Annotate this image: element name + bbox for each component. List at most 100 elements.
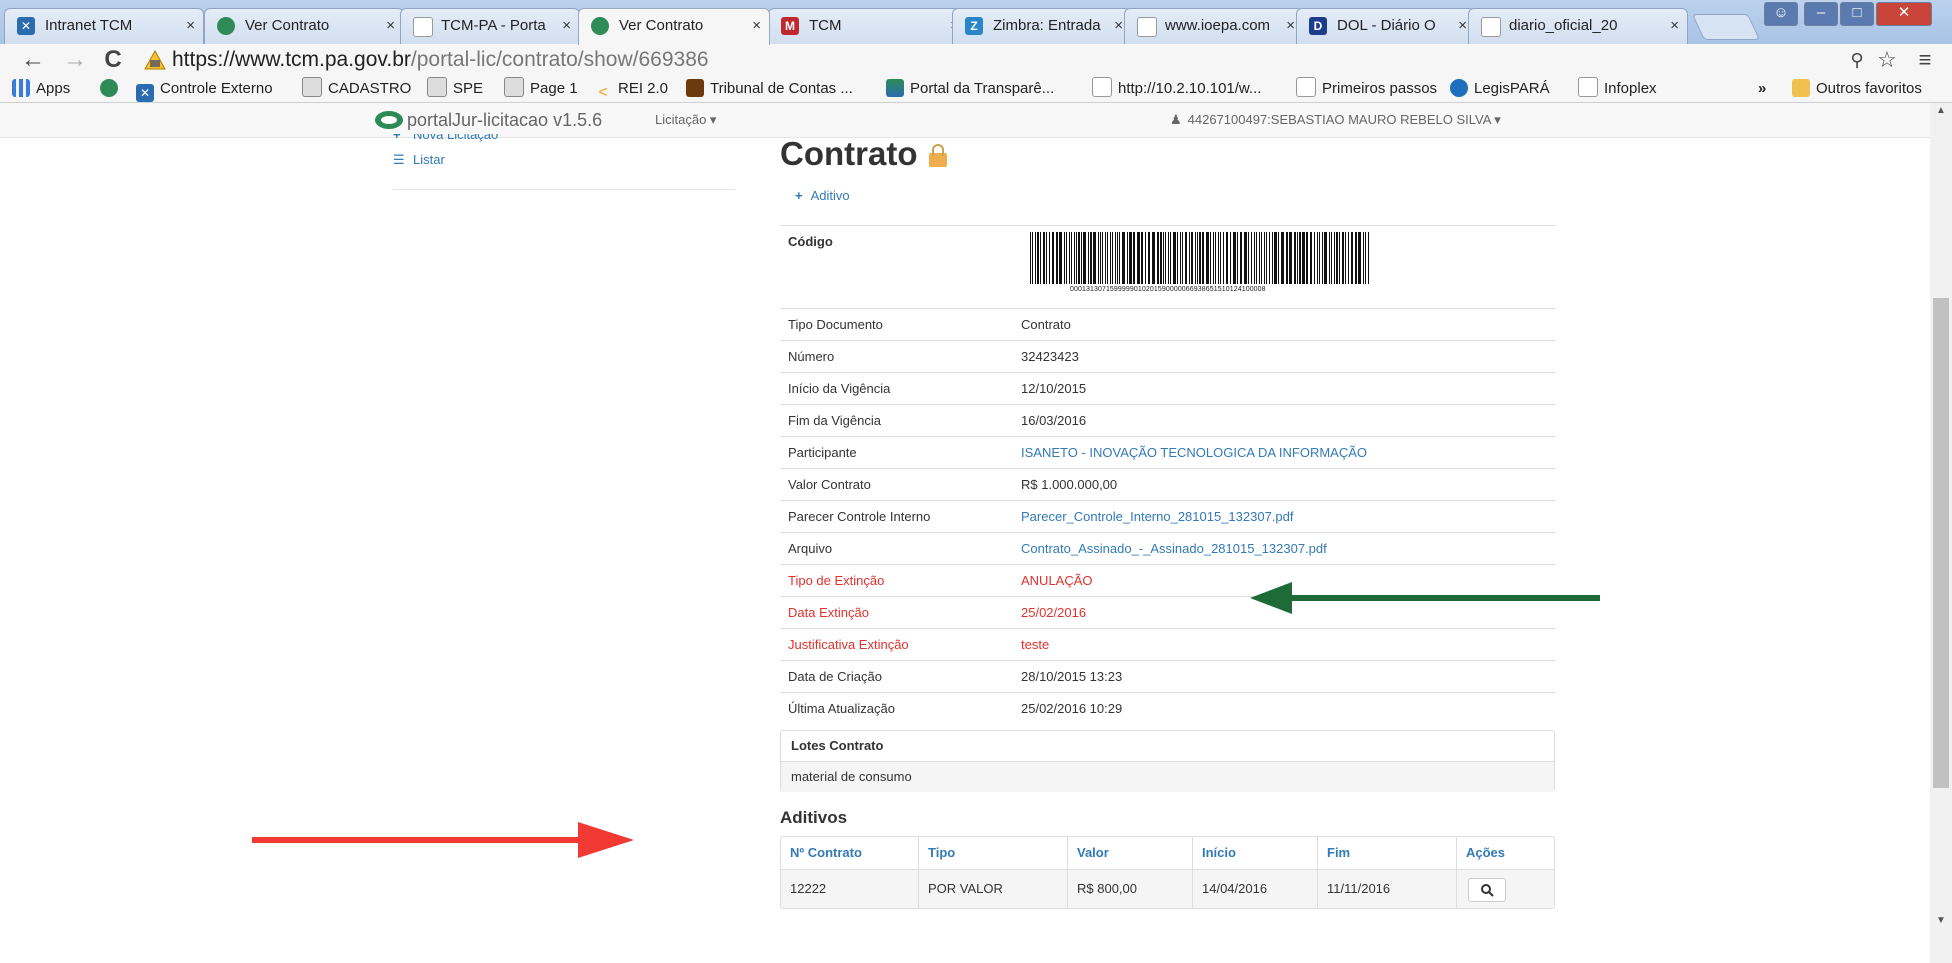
tab-zimbra[interactable]: Z Zimbra: Entrada × <box>952 8 1132 44</box>
close-tab-icon[interactable]: × <box>186 9 195 43</box>
bookmark-infoplex[interactable]: Infoplex <box>1578 76 1657 102</box>
bookmark-apps[interactable]: Apps <box>12 76 70 102</box>
close-tab-icon[interactable]: × <box>562 9 571 43</box>
other-bookmarks[interactable]: Outros favoritos <box>1792 76 1922 102</box>
arquivo-file-link[interactable]: Contrato_Assinado_-_Assinado_281015_1323… <box>1021 533 1327 564</box>
tcm-logo-icon <box>217 17 235 35</box>
column-header-numero[interactable]: Nº Contrato <box>790 837 862 869</box>
maximize-button[interactable]: □ <box>1840 2 1874 26</box>
bookmarks-overflow-button[interactable]: » <box>1758 76 1766 102</box>
column-header-tipo[interactable]: Tipo <box>928 837 955 869</box>
tab-ver-contrato-1[interactable]: Ver Contrato × <box>204 8 404 44</box>
menu-icon[interactable]: ≡ <box>1910 46 1940 74</box>
close-tab-icon[interactable]: × <box>1286 9 1295 43</box>
detail-row-inicio-vigencia: Início da Vigência 12/10/2015 <box>780 372 1556 404</box>
close-tab-icon[interactable]: × <box>752 9 761 43</box>
bookmark-controle-externo[interactable]: ✕ Controle Externo <box>136 76 273 102</box>
app-brand[interactable]: portalJur-licitacao v1.5.6 <box>375 107 602 133</box>
close-tab-icon[interactable]: × <box>1458 9 1467 43</box>
column-header-valor[interactable]: Valor <box>1077 837 1109 869</box>
bookmark-rei[interactable]: < REI 2.0 <box>594 76 668 102</box>
bookmark-tcm[interactable] <box>100 76 124 102</box>
tab-tcm[interactable]: M TCM × <box>768 8 968 44</box>
scroll-down-icon[interactable]: ▼ <box>1930 915 1952 926</box>
bookmark-star-icon[interactable]: ☆ <box>1872 46 1902 74</box>
tab-ver-contrato-active[interactable]: Ver Contrato × <box>578 8 770 45</box>
detail-value: 32423423 <box>1021 349 1079 364</box>
tab-ioepa[interactable]: www.ioepa.com × <box>1124 8 1304 44</box>
tab-tcm-pa-portal[interactable]: TCM-PA - Porta × <box>400 8 580 44</box>
tab-title: DOL - Diário O <box>1337 17 1436 34</box>
bookmark-http[interactable]: http://10.2.10.101/w... <box>1092 76 1261 102</box>
new-tab-button[interactable] <box>1691 14 1761 40</box>
column-header-inicio[interactable]: Início <box>1202 837 1236 869</box>
bookmark-cadastro[interactable]: CADASTRO <box>302 76 411 102</box>
zoom-icon[interactable]: ⚲ <box>1842 46 1872 74</box>
tab-dol-diario[interactable]: D DOL - Diário O × <box>1296 8 1476 44</box>
cell-inicio: 14/04/2016 <box>1202 881 1268 896</box>
bookmark-legispara[interactable]: LegisPARÁ <box>1450 76 1550 102</box>
sidebar-item-nova-licitacao[interactable]: + Nova Licitação <box>393 134 498 142</box>
tribunal-icon <box>686 79 704 97</box>
column-header-fim[interactable]: Fim <box>1327 837 1350 869</box>
image-icon <box>427 77 447 97</box>
bookmark-label: Controle Externo <box>160 80 273 97</box>
tab-title: diario_oficial_20 <box>1509 17 1618 34</box>
page-icon <box>1092 77 1112 97</box>
detail-label: Parecer Controle Interno <box>788 509 931 524</box>
detail-row-arquivo: Arquivo Contrato_Assinado_-_Assinado_2810… <box>780 532 1556 564</box>
bookmark-portal-transparencia[interactable]: Portal da Transparê... <box>886 76 1054 102</box>
vertical-scrollbar[interactable]: ▲ ▼ <box>1930 103 1952 963</box>
bookmark-spe[interactable]: SPE <box>427 76 483 102</box>
minimize-button[interactable]: – <box>1804 2 1838 26</box>
profile-icon[interactable]: ☺ <box>1764 2 1798 26</box>
detail-row-ultima-atualizacao: Última Atualização 25/02/2016 10:29 <box>780 692 1556 724</box>
sidebar-item-listar[interactable]: ☰ Listar <box>393 152 445 168</box>
bookmark-label: Outros favoritos <box>1816 80 1922 97</box>
tab-intranet-tcm[interactable]: ✕ Intranet TCM × <box>4 8 204 44</box>
page-title-text: Contrato <box>780 135 918 172</box>
back-button[interactable]: ← <box>18 46 48 74</box>
close-tab-icon[interactable]: × <box>1114 9 1123 43</box>
parecer-file-link[interactable]: Parecer_Controle_Interno_281015_132307.p… <box>1021 501 1294 532</box>
tab-diario-oficial[interactable]: diario_oficial_20 × <box>1468 8 1688 44</box>
close-tab-icon[interactable]: × <box>1670 9 1679 43</box>
reload-button[interactable]: C <box>98 46 128 74</box>
plus-icon: + <box>393 134 401 142</box>
bookmark-label: REI 2.0 <box>618 80 669 97</box>
user-icon: ♟ <box>1170 112 1182 127</box>
close-window-button[interactable]: ✕ <box>1876 2 1932 26</box>
view-aditivo-button[interactable] <box>1468 878 1506 902</box>
tcm-icon: M <box>781 17 799 35</box>
bookmark-page1[interactable]: Page 1 <box>504 76 578 102</box>
add-aditivo-label: Aditivo <box>810 188 850 203</box>
intranet-icon: ✕ <box>17 17 35 35</box>
bookmark-primeiros-passos[interactable]: Primeiros passos <box>1296 76 1437 102</box>
cell-tipo: POR VALOR <box>928 881 1003 896</box>
cell-valor: R$ 800,00 <box>1077 881 1137 896</box>
detail-label: Arquivo <box>788 541 833 556</box>
dol-icon: D <box>1309 17 1327 35</box>
legis-icon <box>1450 79 1468 97</box>
close-tab-icon[interactable]: × <box>386 9 395 43</box>
bookmark-label: Portal da Transparê... <box>910 80 1055 97</box>
bookmark-label: LegisPARÁ <box>1474 80 1550 97</box>
page-icon <box>1296 77 1316 97</box>
user-menu[interactable]: ♟ 44267100497:SEBASTIAO MAURO REBELO SILV… <box>1170 112 1501 128</box>
address-bar[interactable]: https://www.tcm.pa.gov.br/portal-lic/con… <box>140 46 1840 74</box>
participante-link[interactable]: ISANETO - INOVAÇÃO TECNOLOGICA DA INFORM… <box>1021 437 1367 468</box>
scrollbar-thumb[interactable] <box>1933 298 1949 788</box>
add-aditivo-link[interactable]: + Aditivo <box>795 188 850 203</box>
scroll-up-icon[interactable]: ▲ <box>1930 105 1952 116</box>
detail-value: 25/02/2016 10:29 <box>1021 701 1123 716</box>
bookmark-tribunal[interactable]: Tribunal de Contas ... <box>686 76 853 102</box>
licitacao-menu[interactable]: Licitação ▾ <box>655 112 716 128</box>
code-label: Código <box>788 234 833 249</box>
detail-label: Número <box>788 349 835 364</box>
app-version: v1.5.6 <box>553 110 603 130</box>
detail-value: Contrato <box>1021 317 1071 332</box>
table-row <box>781 870 1554 908</box>
bookmark-label: Tribunal de Contas ... <box>710 80 853 97</box>
bookmark-label: Page 1 <box>530 80 578 97</box>
forward-button[interactable]: → <box>60 46 90 74</box>
